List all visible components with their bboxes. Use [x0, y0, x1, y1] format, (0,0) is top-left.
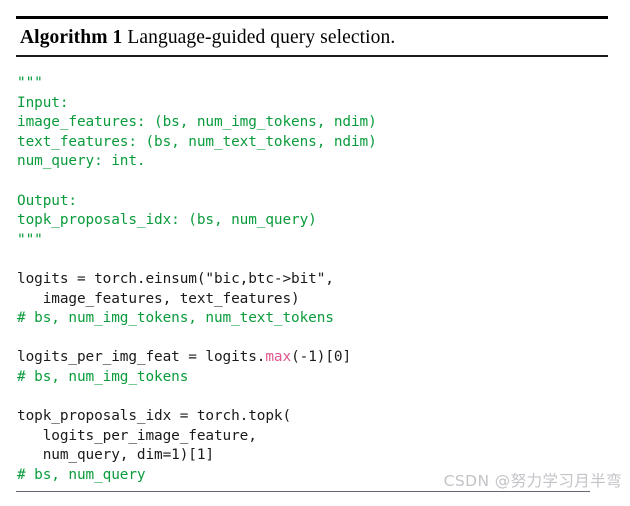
code-line: topk_proposals_idx = torch.topk( [17, 407, 377, 427]
code-token-comment: # bs, num_query [17, 466, 146, 483]
code-token-comment: # bs, num_img_tokens [17, 368, 189, 385]
code-line: """ [17, 231, 377, 251]
code-line: Input: [17, 94, 377, 114]
algorithm-block: Algorithm 1 Language-guided query select… [16, 16, 608, 57]
code-line: logits_per_image_feature, [17, 427, 377, 447]
code-token-code: logits = torch.einsum("bic,btc->bit", [17, 270, 334, 287]
code-line: """ [17, 74, 377, 94]
code-line: # bs, num_query [17, 466, 377, 486]
footer-rule [16, 491, 590, 493]
code-token-docstring: image_features: (bs, num_img_tokens, ndi… [17, 114, 377, 131]
algorithm-title: Algorithm 1 Language-guided query select… [16, 19, 608, 55]
code-token-plain: (-1)[0] [291, 349, 352, 366]
code-line: num_query: int. [17, 152, 377, 172]
code-line: image_features: (bs, num_img_tokens, ndi… [17, 113, 377, 133]
code-line: # bs, num_img_tokens, num_text_tokens [17, 309, 377, 329]
code-line: # bs, num_img_tokens [17, 368, 377, 388]
code-line: logits = torch.einsum("bic,btc->bit", [17, 270, 377, 290]
code-token-builtin: max [265, 349, 292, 366]
code-line: logits_per_img_feat = logits.max(-1)[0] [17, 348, 377, 368]
algorithm-header-rule [16, 55, 608, 57]
algorithm-code-listing: """ Input: image_features: (bs, num_img_to… [17, 74, 377, 485]
code-line: text_features: (bs, num_text_tokens, ndi… [17, 133, 377, 153]
code-token-docstring: num_query: int. [17, 153, 146, 170]
code-line: image_features, text_features) [17, 290, 377, 310]
code-token-code: logits_per_image_feature, [17, 427, 257, 444]
algorithm-caption: Language-guided query selection. [122, 27, 396, 48]
code-token-code: image_features, text_features) [17, 290, 300, 307]
code-token-docstring: """ [17, 231, 43, 248]
code-token-docstring: topk_proposals_idx: (bs, num_query) [17, 212, 317, 229]
code-token-docstring: Output: [17, 192, 77, 209]
code-token-docstring: Input: [17, 94, 69, 111]
code-token-comment: # bs, num_img_tokens, num_text_tokens [17, 310, 334, 327]
algorithm-label: Algorithm 1 [20, 27, 123, 48]
code-token-docstring: text_features: (bs, num_text_tokens, ndi… [17, 133, 377, 150]
code-line: Output: [17, 192, 377, 212]
code-line: topk_proposals_idx: (bs, num_query) [17, 211, 377, 231]
watermark-text: CSDN @努力学习月半弯 [443, 472, 622, 490]
code-line: num_query, dim=1)[1] [17, 446, 377, 466]
code-token-code: num_query, dim=1)[1] [17, 447, 214, 464]
code-token-code: topk_proposals_idx = torch.topk( [17, 408, 292, 425]
code-token-docstring: """ [17, 75, 43, 91]
code-token-plain: logits_per_img_feat = logits. [17, 349, 266, 366]
